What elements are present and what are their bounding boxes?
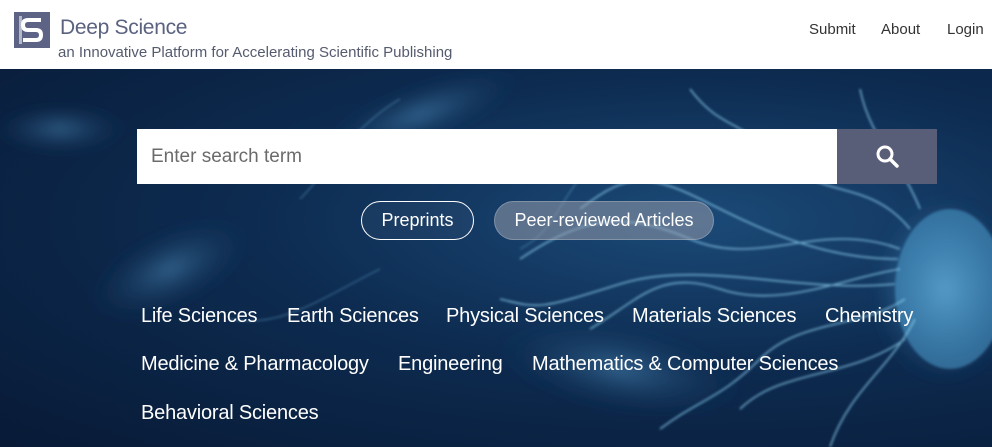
preprints-filter-button[interactable]: Preprints bbox=[361, 201, 474, 240]
category-engineering[interactable]: Engineering bbox=[398, 353, 503, 376]
category-behavioral-sciences[interactable]: Behavioral Sciences bbox=[141, 402, 319, 425]
nav-submit-link[interactable]: Submit bbox=[809, 21, 856, 38]
nav-login-link[interactable]: Login bbox=[947, 21, 984, 38]
category-life-sciences[interactable]: Life Sciences bbox=[141, 305, 258, 328]
brand-name[interactable]: Deep Science bbox=[60, 16, 187, 40]
search-icon bbox=[876, 145, 899, 168]
category-earth-sciences[interactable]: Earth Sciences bbox=[287, 305, 419, 328]
peer-reviewed-filter-button[interactable]: Peer-reviewed Articles bbox=[494, 201, 714, 240]
category-mathematics-computer-sciences[interactable]: Mathematics & Computer Sciences bbox=[532, 353, 838, 376]
deep-science-logo-icon[interactable] bbox=[14, 12, 50, 48]
search-input[interactable] bbox=[137, 129, 837, 184]
nav-about-link[interactable]: About bbox=[881, 21, 920, 38]
brand-tagline: an Innovative Platform for Accelerating … bbox=[58, 44, 453, 61]
hero-banner: Preprints Peer-reviewed Articles Life Sc… bbox=[0, 69, 992, 447]
search-button[interactable] bbox=[837, 129, 937, 184]
category-physical-sciences[interactable]: Physical Sciences bbox=[446, 305, 604, 328]
site-header: Deep Science an Innovative Platform for … bbox=[0, 0, 992, 69]
category-materials-sciences[interactable]: Materials Sciences bbox=[632, 305, 796, 328]
bacteria-background-image bbox=[0, 69, 992, 447]
category-medicine-pharmacology[interactable]: Medicine & Pharmacology bbox=[141, 353, 369, 376]
category-chemistry[interactable]: Chemistry bbox=[825, 305, 913, 328]
